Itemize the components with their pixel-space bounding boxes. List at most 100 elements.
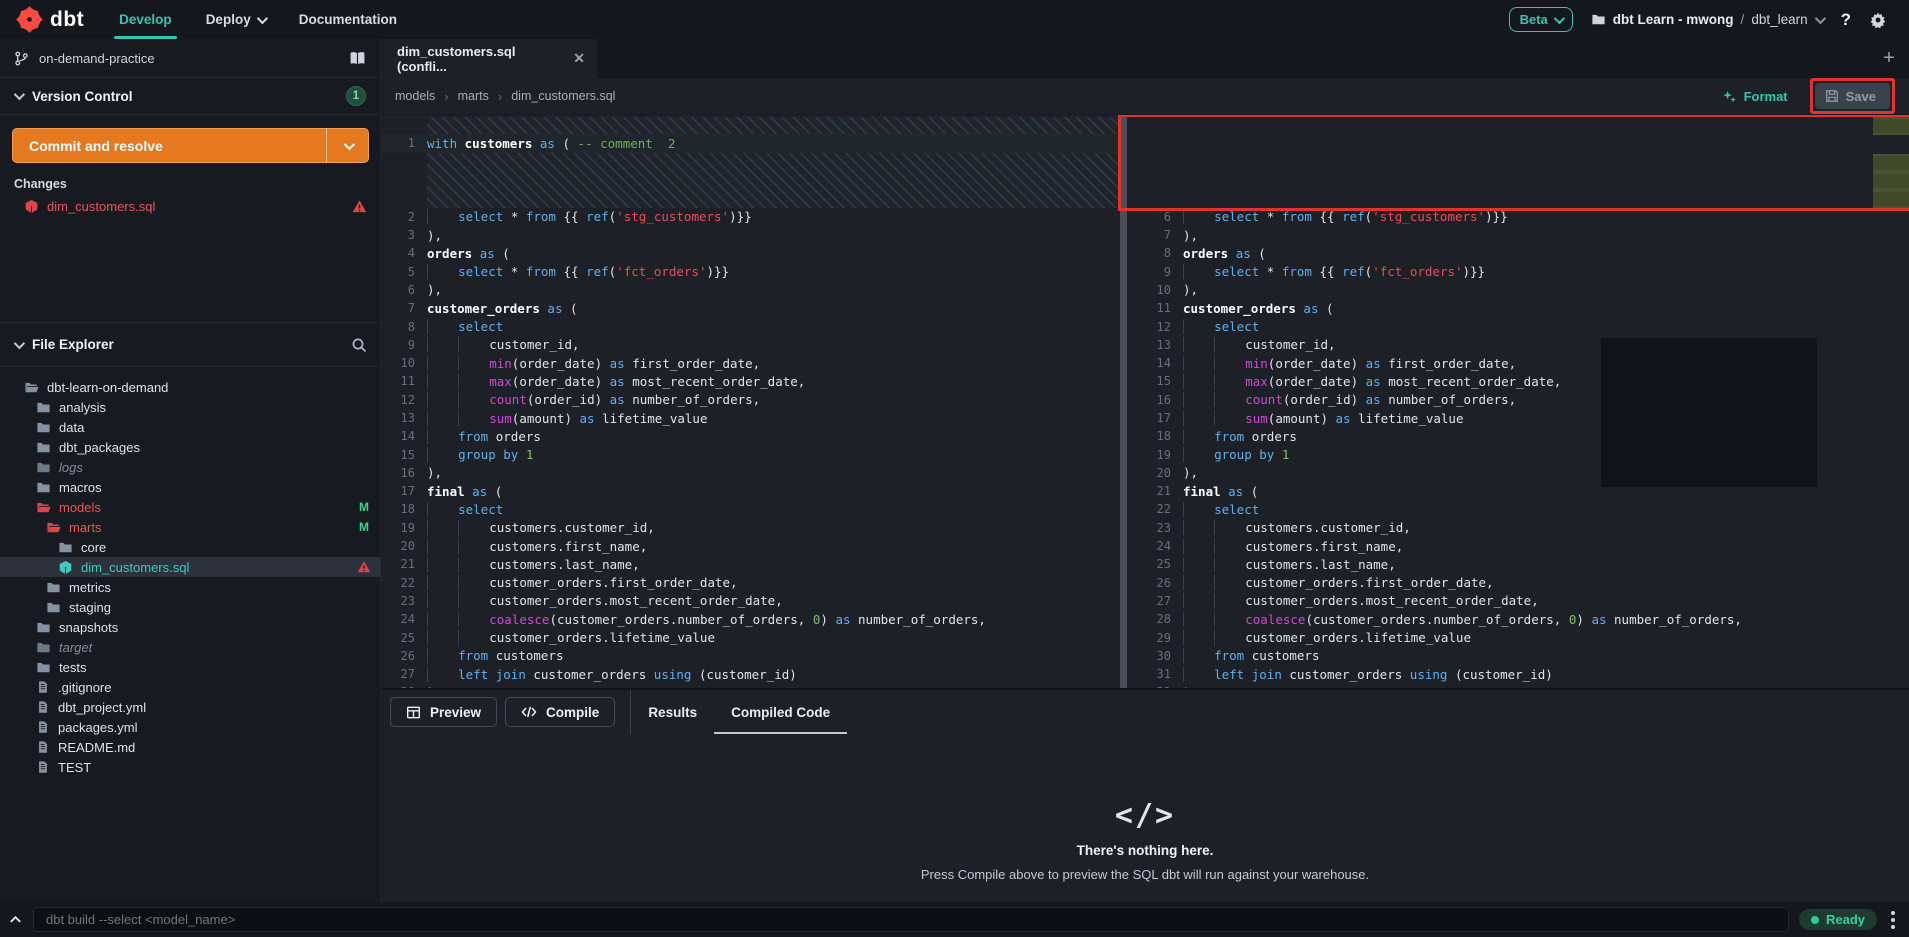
code-line[interactable]: 6),: [381, 281, 1120, 299]
code-line[interactable]: 14 from orders: [381, 427, 1120, 445]
code-line[interactable]: 7 ),: [1127, 226, 1909, 244]
tree-item-metrics[interactable]: metrics: [0, 577, 381, 597]
code-line[interactable]: 19 customers.customer_id,: [381, 519, 1120, 537]
nav-item-deploy[interactable]: Deploy: [189, 0, 282, 39]
search-icon[interactable]: [351, 337, 367, 353]
code-line[interactable]: 21 customers.last_name,: [381, 555, 1120, 573]
code-line[interactable]: 31 left join customer_orders using (cust…: [1127, 665, 1909, 683]
code-line[interactable]: 20 customers.first_name,: [381, 537, 1120, 555]
code-line[interactable]: 13 sum(amount) as lifetime_value: [381, 409, 1120, 427]
format-button[interactable]: Format: [1722, 89, 1788, 104]
left-line-1-row[interactable]: 1with customers as ( -- comment 2: [381, 134, 1120, 152]
code-line[interactable]: 25 customer_orders.lifetime_value: [381, 628, 1120, 646]
tree-item-dbt_packages[interactable]: dbt_packages: [0, 437, 381, 457]
code-line[interactable]: 10 min(order_date) as first_order_date,: [381, 354, 1120, 372]
conflict-row[interactable]: 3+=======: [1873, 154, 1909, 172]
tree-item-README.md[interactable]: README.md: [0, 737, 381, 757]
breadcrumb-item-marts[interactable]: marts: [458, 89, 489, 103]
editor-pane-left[interactable]: 1with customers as ( -- comment 2 2 sele…: [381, 115, 1120, 688]
tab-results[interactable]: Results: [631, 690, 714, 734]
code-line[interactable]: 8 orders as (: [1127, 244, 1909, 262]
code-line[interactable]: 6 select * from {{ ref('stg_customers')}…: [1127, 208, 1909, 226]
merge-conflict-block[interactable]: 1+<<<<<<< HEAD2 with customers as ( -- c…: [1873, 117, 1909, 208]
code-line[interactable]: 8 select: [381, 317, 1120, 335]
tree-item-dbt_project.yml[interactable]: dbt_project.yml: [0, 697, 381, 717]
code-line[interactable]: 5 select * from {{ ref('fct_orders')}}: [381, 262, 1120, 280]
nav-item-documentation[interactable]: Documentation: [282, 0, 414, 39]
code-line[interactable]: 22 customer_orders.first_order_date,: [381, 574, 1120, 592]
tree-item-tests[interactable]: tests: [0, 657, 381, 677]
help-button[interactable]: ?: [1841, 10, 1851, 30]
version-control-header[interactable]: Version Control 1: [0, 78, 380, 115]
code-line[interactable]: 17final as (: [381, 482, 1120, 500]
tree-item-core[interactable]: core: [0, 537, 381, 557]
kebab-menu-icon[interactable]: [1887, 911, 1899, 929]
conflict-row[interactable]: 5+>>>>>>> b81f802a66fd544504c65721e3ffaa…: [1873, 190, 1909, 208]
code-line[interactable]: 2 select * from {{ ref('stg_customers')}…: [381, 208, 1120, 226]
code-line[interactable]: 9 customer_id,: [381, 336, 1120, 354]
beta-dropdown[interactable]: Beta: [1509, 7, 1573, 32]
conflict-row[interactable]: 4+with customers as ( -- comment 1: [1873, 172, 1909, 190]
conflict-row[interactable]: 2 with customers as ( -- comment 2: [1873, 135, 1909, 153]
compile-button[interactable]: Compile: [505, 697, 615, 727]
tree-item-TEST[interactable]: TEST: [0, 757, 381, 777]
tree-item-staging[interactable]: staging: [0, 597, 381, 617]
code-line[interactable]: 24 customers.first_name,: [1127, 537, 1909, 555]
code-line[interactable]: 10 ),: [1127, 281, 1909, 299]
tab-dim-customers[interactable]: dim_customers.sql (confli... ✕: [381, 39, 597, 78]
docs-book-icon[interactable]: [349, 50, 366, 67]
breadcrumb-item-models[interactable]: models: [395, 89, 435, 103]
new-tab-button[interactable]: +: [1869, 39, 1909, 78]
code-line[interactable]: 11 customer_orders as (: [1127, 299, 1909, 317]
tree-item-marts[interactable]: martsM: [0, 517, 381, 537]
code-line[interactable]: 26 customer_orders.first_order_date,: [1127, 574, 1909, 592]
tree-item-dbt-learn-on-demand[interactable]: dbt-learn-on-demand: [0, 377, 381, 397]
save-button[interactable]: Save: [1815, 83, 1890, 109]
left-code-lines[interactable]: 2 select * from {{ ref('stg_customers')}…: [381, 208, 1120, 688]
code-line[interactable]: 28 coalesce(customer_orders.number_of_or…: [1127, 610, 1909, 628]
tab-close-icon[interactable]: ✕: [573, 50, 585, 67]
tree-item-dim_customers.sql[interactable]: dim_customers.sql: [0, 557, 381, 577]
tree-item-packages.yml[interactable]: packages.yml: [0, 717, 381, 737]
code-line[interactable]: 23 customer_orders.most_recent_order_dat…: [381, 592, 1120, 610]
tree-item-macros[interactable]: macros: [0, 477, 381, 497]
code-line[interactable]: 16),: [381, 464, 1120, 482]
code-line[interactable]: 9 select * from {{ ref('fct_orders')}}: [1127, 262, 1909, 280]
tree-item-data[interactable]: data: [0, 417, 381, 437]
tree-item-models[interactable]: modelsM: [0, 497, 381, 517]
nav-item-develop[interactable]: Develop: [102, 0, 189, 39]
code-line[interactable]: 24 coalesce(customer_orders.number_of_or…: [381, 610, 1120, 628]
code-line[interactable]: 25 customers.last_name,: [1127, 555, 1909, 573]
code-line[interactable]: 12 count(order_id) as number_of_orders,: [381, 391, 1120, 409]
code-line[interactable]: 22 select: [1127, 500, 1909, 518]
tab-compiled-code[interactable]: Compiled Code: [714, 690, 847, 734]
tree-item-.gitignore[interactable]: .gitignore: [0, 677, 381, 697]
commit-and-resolve-button[interactable]: Commit and resolve: [12, 128, 369, 163]
conflict-row[interactable]: 1+<<<<<<< HEAD: [1873, 117, 1909, 135]
code-line[interactable]: 1with customers as ( -- comment 2: [381, 134, 1120, 152]
breadcrumb-item-dim_customers.sql[interactable]: dim_customers.sql: [511, 89, 615, 103]
changed-file-row[interactable]: dim_customers.sql: [0, 195, 381, 217]
code-line[interactable]: 11 max(order_date) as most_recent_order_…: [381, 372, 1120, 390]
code-line[interactable]: 29 customer_orders.lifetime_value: [1127, 628, 1909, 646]
expand-panel-chevron[interactable]: [8, 912, 23, 927]
pane-divider[interactable]: [1120, 115, 1127, 688]
tree-item-analysis[interactable]: analysis: [0, 397, 381, 417]
code-line[interactable]: 23 customers.customer_id,: [1127, 519, 1909, 537]
preview-button[interactable]: Preview: [390, 697, 497, 727]
code-line[interactable]: 12 select: [1127, 317, 1909, 335]
commit-dropdown-toggle[interactable]: [326, 129, 368, 162]
code-line[interactable]: 15 group by 1: [381, 445, 1120, 463]
tree-item-snapshots[interactable]: snapshots: [0, 617, 381, 637]
file-explorer-header[interactable]: File Explorer: [0, 322, 381, 367]
split-diff-editor[interactable]: 1with customers as ( -- comment 2 2 sele…: [381, 115, 1909, 688]
code-line[interactable]: 27 left join customer_orders using (cust…: [381, 665, 1120, 683]
code-line[interactable]: 3),: [381, 226, 1120, 244]
code-line[interactable]: 27 customer_orders.most_recent_order_dat…: [1127, 592, 1909, 610]
code-line[interactable]: 7customer_orders as (: [381, 299, 1120, 317]
code-line[interactable]: 26 from customers: [381, 647, 1120, 665]
code-line[interactable]: 30 from customers: [1127, 647, 1909, 665]
project-switcher[interactable]: dbt Learn - mwong / dbt_learn: [1591, 12, 1823, 27]
code-line[interactable]: 4orders as (: [381, 244, 1120, 262]
tree-item-logs[interactable]: logs: [0, 457, 381, 477]
